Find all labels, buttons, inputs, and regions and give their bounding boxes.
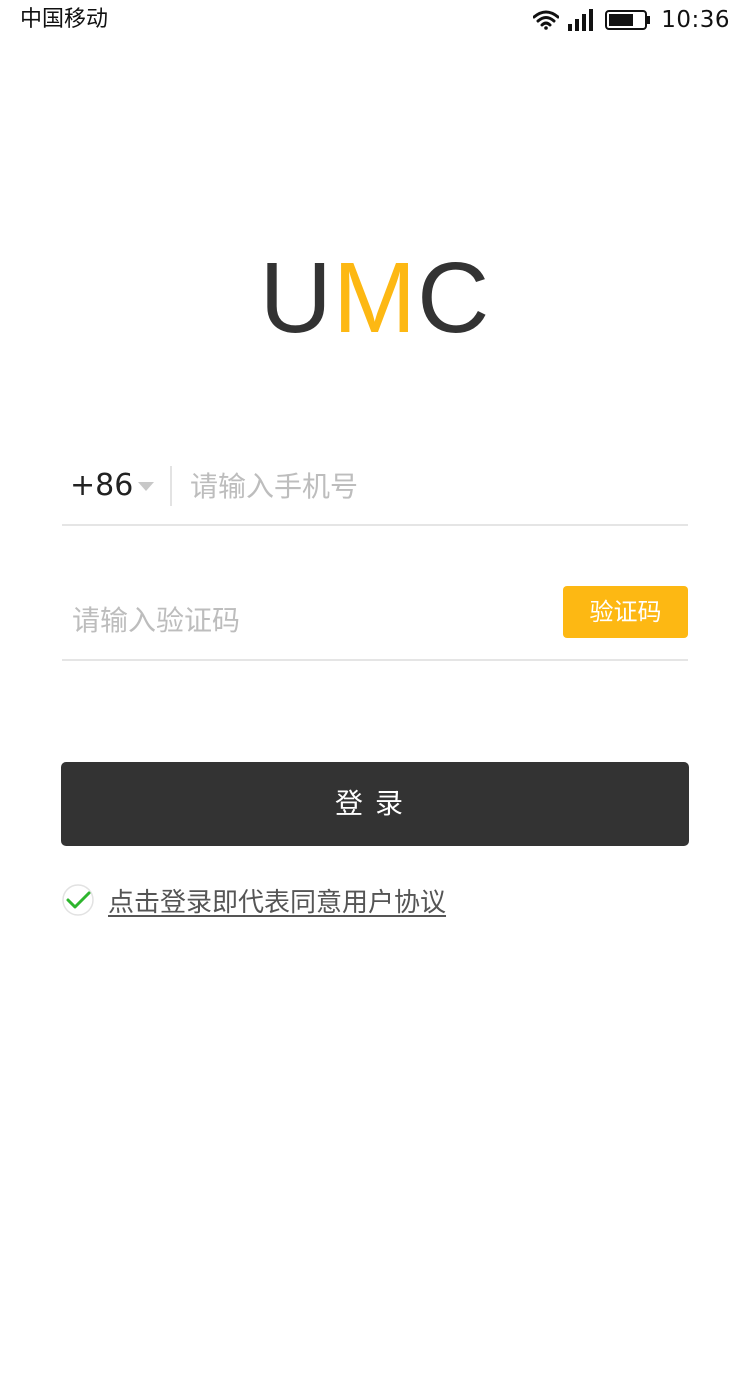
checkbox-checked-icon[interactable]: [62, 884, 94, 916]
get-code-button[interactable]: 验证码: [563, 586, 688, 638]
status-time: 10:36: [661, 7, 730, 33]
chevron-down-icon[interactable]: [138, 482, 154, 491]
app-logo: UMC: [0, 238, 750, 358]
carrier-name: 中国移动: [20, 7, 109, 32]
login-button[interactable]: 登录: [61, 762, 689, 846]
phone-field: +86: [62, 446, 688, 526]
status-bar: 中国移动 10:36: [0, 0, 750, 40]
logo-letter-c: C: [417, 242, 491, 354]
agreement-row: 点击登录即代表同意用户协议: [62, 880, 446, 920]
status-icons: 10:36: [533, 6, 730, 34]
wifi-icon: [533, 10, 560, 30]
signal-icon: [568, 9, 594, 31]
logo-letter-m: M: [332, 242, 418, 354]
verification-code-field: 验证码: [62, 580, 688, 661]
logo-letter-u: U: [259, 242, 333, 354]
country-code-selector[interactable]: +86: [70, 466, 133, 506]
field-divider: [170, 466, 172, 506]
verification-code-input[interactable]: [72, 598, 532, 642]
user-agreement-link[interactable]: 点击登录即代表同意用户协议: [108, 882, 446, 919]
battery-icon: [605, 10, 651, 30]
phone-input[interactable]: [190, 464, 670, 508]
